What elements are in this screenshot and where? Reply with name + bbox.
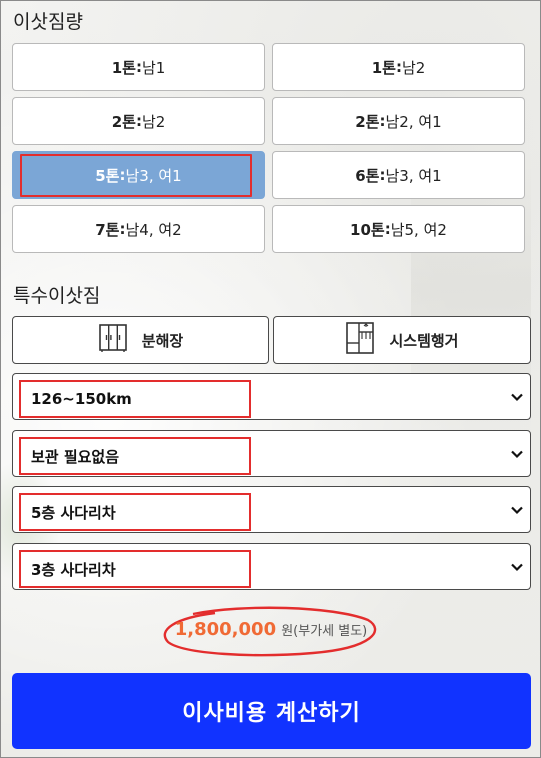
chevron-down-icon	[510, 559, 524, 573]
volume-option-1ton-m1[interactable]: 1톤 : 남1	[12, 43, 265, 91]
moving-calculator-panel: 이삿짐량 1톤 : 남1 1톤 : 남2 2톤 : 남2 2톤: 남2, 여1 …	[0, 0, 541, 758]
destination-ladder-select-value: 3층 사다리차	[19, 550, 251, 588]
volume-option-2ton-m2-f1[interactable]: 2톤: 남2, 여1	[272, 97, 525, 145]
system-hanger-button[interactable]: 시스템행거	[273, 316, 531, 364]
option-workers: 남2	[401, 58, 426, 77]
option-ton: 7톤	[95, 220, 120, 239]
chevron-down-icon	[510, 446, 524, 460]
special-section-title: 특수이삿짐	[13, 285, 101, 307]
distance-select-value: 126~150km	[19, 380, 251, 418]
option-workers: 남2	[141, 112, 166, 131]
volume-option-1ton-m2[interactable]: 1톤 : 남2	[272, 43, 525, 91]
option-ton: 10톤	[350, 220, 385, 239]
chevron-down-icon	[510, 502, 524, 516]
option-workers: 남3, 여1	[125, 166, 182, 185]
system-hanger-icon	[345, 321, 389, 359]
system-hanger-label: 시스템행거	[389, 331, 459, 350]
volume-option-5ton-selected[interactable]: 5톤 : 남3, 여1	[12, 151, 265, 199]
option-workers: 남4, 여2	[125, 220, 182, 239]
wardrobe-button[interactable]: 분해장	[12, 316, 269, 364]
option-workers: 남1	[141, 58, 166, 77]
destination-ladder-select[interactable]: 3층 사다리차	[12, 543, 531, 590]
option-ton: 2톤	[355, 112, 380, 131]
chevron-down-icon	[510, 389, 524, 403]
distance-select[interactable]: 126~150km	[12, 373, 531, 420]
option-workers: 남2, 여1	[385, 112, 442, 131]
origin-ladder-select[interactable]: 5층 사다리차	[12, 486, 531, 533]
volume-section-title: 이삿짐량	[13, 11, 83, 33]
option-ton: 2톤	[111, 112, 136, 131]
wardrobe-icon	[98, 323, 142, 357]
volume-option-10ton[interactable]: 10톤 : 남5, 여2	[272, 205, 525, 253]
estimated-price: 1,800,000 원(부가세 별도)	[163, 606, 379, 658]
option-ton: 6톤	[355, 166, 380, 185]
volume-option-2ton-m2[interactable]: 2톤 : 남2	[12, 97, 265, 145]
storage-select[interactable]: 보관 필요없음	[12, 430, 531, 477]
option-ton: 5톤	[95, 166, 120, 185]
option-workers: 남3, 여1	[385, 166, 442, 185]
volume-option-7ton[interactable]: 7톤 : 남4, 여2	[12, 205, 265, 253]
option-ton: 1톤	[111, 58, 136, 77]
price-amount: 1,800,000	[174, 619, 277, 640]
wardrobe-label: 분해장	[141, 331, 184, 350]
storage-select-value: 보관 필요없음	[19, 437, 251, 475]
option-workers: 남5, 여2	[390, 220, 447, 239]
price-suffix: 원(부가세 별도)	[281, 624, 368, 639]
calculate-cost-button[interactable]: 이사비용 계산하기	[12, 673, 531, 749]
origin-ladder-select-value: 5층 사다리차	[19, 493, 251, 531]
option-ton: 1톤	[371, 58, 396, 77]
volume-option-6ton[interactable]: 6톤 : 남3, 여1	[272, 151, 525, 199]
